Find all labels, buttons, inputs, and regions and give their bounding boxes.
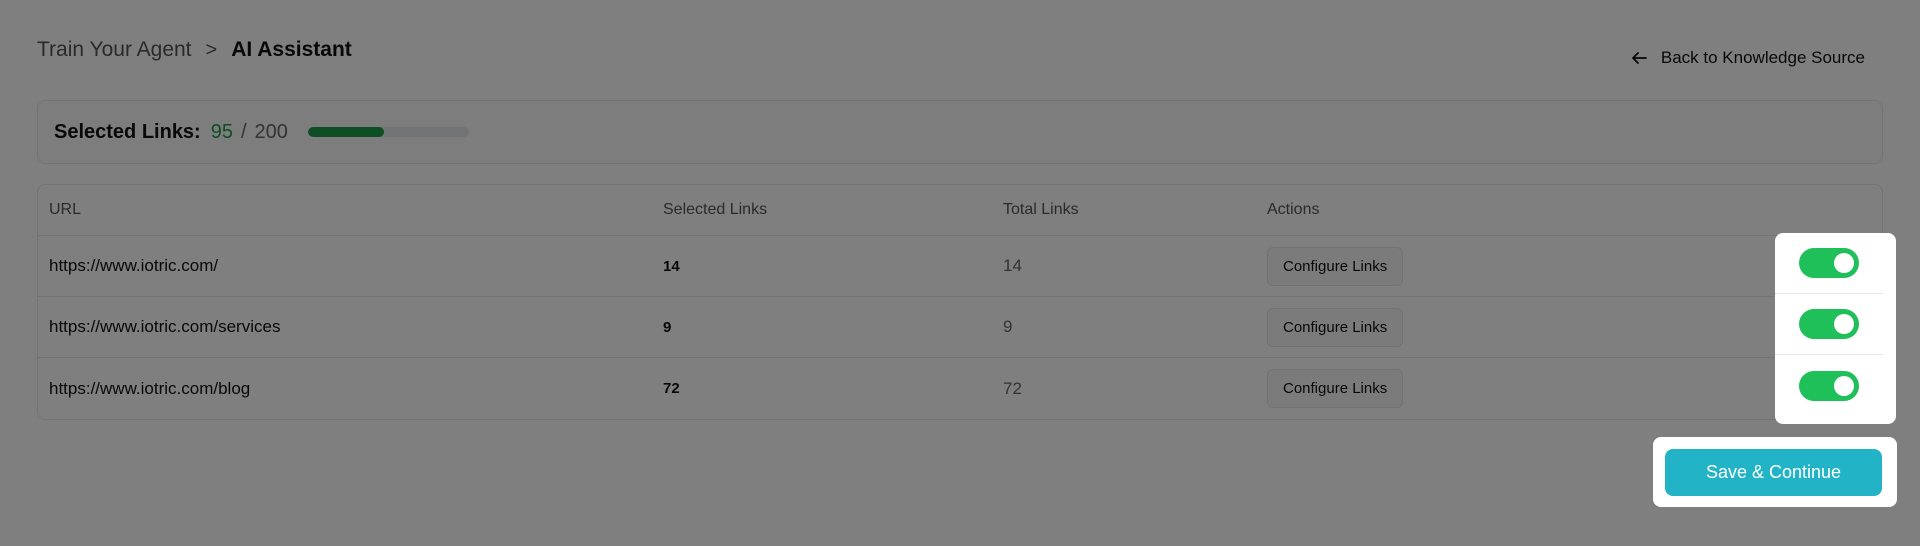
arrow-left-icon	[1631, 52, 1647, 64]
column-header-actions: Actions	[1267, 201, 1320, 218]
back-to-knowledge-source-link[interactable]: Back to Knowledge Source	[1631, 48, 1865, 68]
toggle-knob	[1834, 314, 1854, 334]
breadcrumb-current-page: AI Assistant	[231, 38, 352, 61]
toggle-cell	[1775, 294, 1883, 355]
table-header-row: URL Selected Links Total Links Actions	[38, 185, 1882, 236]
row-selected-links: 9	[663, 318, 672, 336]
link-enabled-toggle[interactable]	[1799, 309, 1859, 339]
row-selected-links: 72	[663, 380, 680, 397]
highlighted-save-panel: Save & Continue	[1653, 437, 1897, 507]
row-total-links: 14	[1003, 256, 1022, 275]
configure-links-button[interactable]: Configure Links	[1267, 307, 1404, 347]
link-enabled-toggle[interactable]	[1799, 370, 1859, 401]
link-enabled-toggle[interactable]	[1799, 248, 1859, 278]
breadcrumb-train-your-agent[interactable]: Train Your Agent	[37, 38, 192, 62]
row-url: https://www.iotric.com/	[49, 256, 219, 275]
row-selected-links: 14	[663, 257, 680, 275]
table-row: https://www.iotric.com/blog 72 72 Config…	[38, 358, 1882, 419]
table-row: https://www.iotric.com/services 9 9 Conf…	[38, 297, 1882, 358]
selected-links-label: Selected Links:	[54, 120, 201, 143]
selected-links-progress-fill	[307, 127, 385, 137]
toggle-cell	[1775, 233, 1883, 294]
save-and-continue-button[interactable]: Save & Continue	[1665, 449, 1882, 496]
table-row: https://www.iotric.com/ 14 14 Configure …	[38, 236, 1882, 297]
selected-links-progress	[307, 127, 469, 137]
row-url: https://www.iotric.com/services	[49, 317, 281, 336]
selected-links-count: 95	[210, 120, 233, 143]
breadcrumb: Train Your Agent > AI Assistant	[37, 38, 352, 62]
row-url: https://www.iotric.com/blog	[49, 378, 251, 398]
breadcrumb-separator: >	[205, 38, 218, 61]
row-total-links: 72	[1003, 378, 1022, 398]
links-table: URL Selected Links Total Links Actions h…	[37, 184, 1883, 420]
highlighted-toggle-panel	[1775, 233, 1896, 424]
selected-links-summary: Selected Links: 95 / 200	[37, 100, 1883, 164]
configure-links-button[interactable]: Configure Links	[1267, 369, 1404, 408]
selected-links-total: 200	[254, 120, 288, 143]
column-header-url: URL	[49, 201, 82, 218]
toggle-knob	[1834, 375, 1854, 396]
row-total-links: 9	[1003, 317, 1013, 336]
toggle-knob	[1834, 253, 1854, 273]
back-link-label: Back to Knowledge Source	[1660, 48, 1865, 67]
column-header-selected-links: Selected Links	[663, 201, 768, 218]
configure-links-button[interactable]: Configure Links	[1267, 246, 1404, 286]
toggle-cell	[1775, 355, 1883, 416]
selected-links-separator: /	[240, 120, 247, 143]
column-header-total-links: Total Links	[1003, 201, 1079, 218]
